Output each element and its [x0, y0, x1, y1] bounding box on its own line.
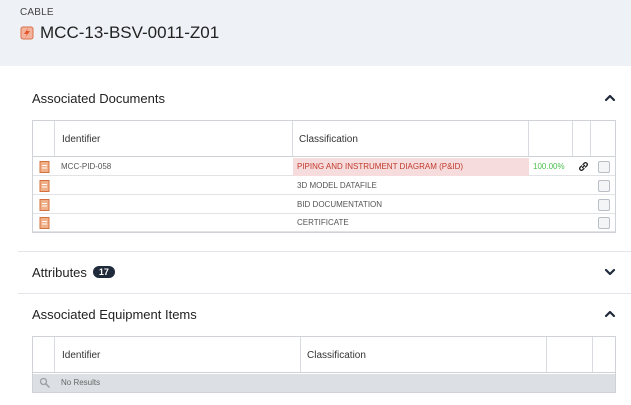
document-icon [39, 217, 50, 229]
equipment-grid-header: Identifier Classification [33, 337, 615, 373]
chevron-up-icon[interactable] [603, 91, 617, 105]
identifier-cell[interactable]: MCC-PID-058 [61, 158, 291, 176]
attributes-title: Attributes [32, 264, 87, 280]
chevron-down-icon[interactable] [603, 265, 617, 279]
percent-cell: 100.00% [533, 162, 565, 171]
identifier-cell[interactable] [61, 214, 291, 232]
no-results-row: No Results [33, 374, 615, 392]
table-row[interactable]: 3D MODEL DATAFILE [33, 177, 615, 195]
attributes-title-wrap: Attributes 17 [32, 265, 115, 280]
no-results-text: No Results [61, 378, 101, 387]
record-kind: CABLE [20, 7, 54, 18]
classification-cell: 3D MODEL DATAFILE [297, 181, 377, 190]
attributes-count-badge: 17 [92, 266, 115, 278]
associated-documents-title: Associated Documents [32, 90, 165, 106]
classification-cell: PIPING AND INSTRUMENT DIAGRAM (P&ID) [293, 158, 529, 176]
row-checkbox[interactable] [598, 180, 610, 192]
link-icon[interactable] [578, 161, 589, 172]
record-header: CABLE MCC-13-BSV-0011-Z01 [0, 0, 631, 66]
row-checkbox[interactable] [598, 161, 610, 173]
chevron-up-icon[interactable] [603, 307, 617, 321]
row-checkbox[interactable] [598, 199, 610, 211]
identifier-cell[interactable] [61, 177, 291, 195]
column-identifier[interactable]: Identifier [62, 350, 100, 361]
attributes-header[interactable]: Attributes 17 [18, 252, 631, 292]
table-row[interactable]: BID DOCUMENTATION [33, 196, 615, 214]
documents-grid: Identifier Classification MCC-PID-058 PI… [32, 120, 616, 233]
column-classification[interactable]: Classification [307, 350, 366, 361]
document-icon [39, 199, 50, 211]
document-icon [39, 180, 50, 192]
table-row[interactable]: MCC-PID-058 PIPING AND INSTRUMENT DIAGRA… [33, 158, 615, 176]
record-title: MCC-13-BSV-0011-Z01 [40, 23, 220, 42]
table-row[interactable]: CERTIFICATE [33, 214, 615, 232]
classification-cell: BID DOCUMENTATION [297, 200, 383, 209]
column-identifier[interactable]: Identifier [62, 134, 100, 145]
documents-grid-header: Identifier Classification [33, 121, 615, 157]
search-icon [39, 377, 50, 388]
associated-equipment-title: Associated Equipment Items [32, 306, 197, 322]
row-checkbox[interactable] [598, 217, 610, 229]
title-row: MCC-13-BSV-0011-Z01 [20, 23, 219, 43]
identifier-cell[interactable] [61, 196, 291, 214]
cable-icon [20, 26, 34, 40]
associated-documents-header[interactable]: Associated Documents [18, 78, 631, 118]
associated-equipment-header[interactable]: Associated Equipment Items [18, 294, 631, 334]
equipment-grid: Identifier Classification No Results [32, 336, 616, 393]
document-icon [39, 161, 50, 173]
column-classification[interactable]: Classification [299, 134, 358, 145]
classification-cell: CERTIFICATE [297, 218, 349, 227]
